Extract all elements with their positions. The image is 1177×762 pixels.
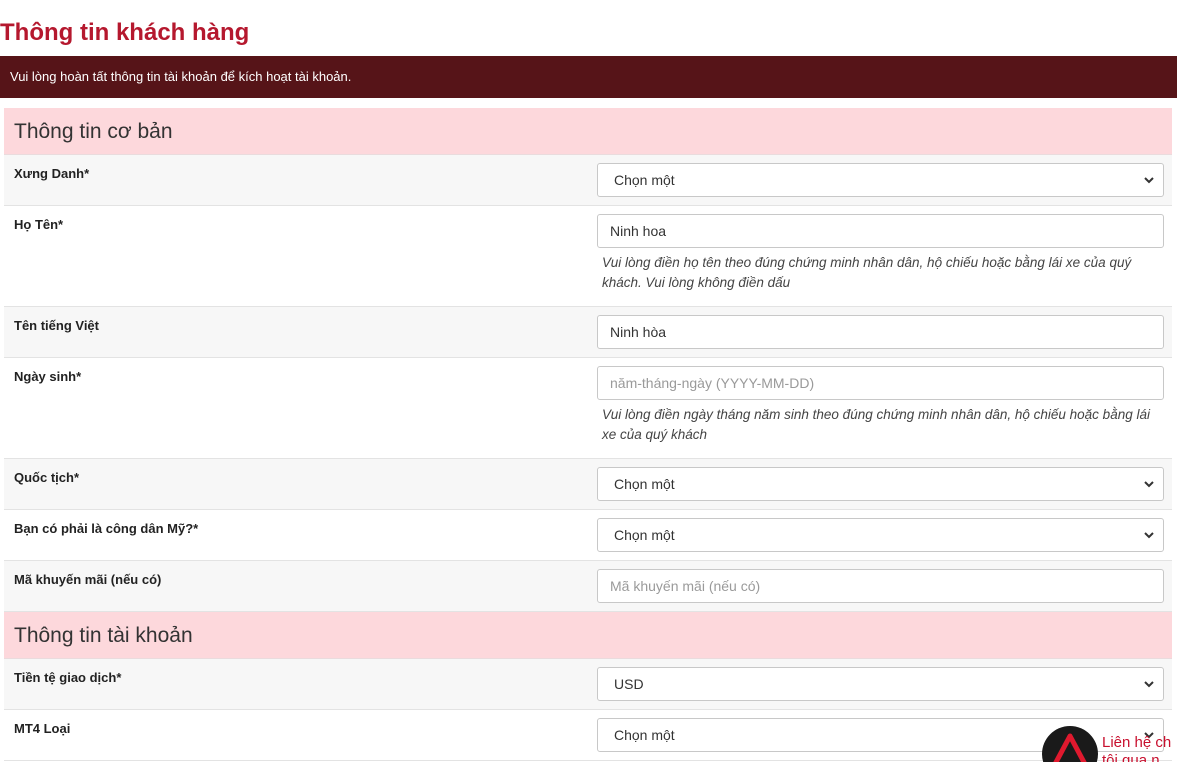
row-mt4-type: MT4 Loại Chọn một <box>4 710 1172 761</box>
chevron-down-icon <box>1144 481 1154 488</box>
salutation-select-value: Chọn một <box>614 172 675 188</box>
mt4-type-label: MT4 Loại <box>14 721 71 736</box>
contact-widget-line-1: Liên hệ ch <box>1102 734 1172 751</box>
row-vietnamese-name: Tên tiếng Việt <box>4 307 1172 358</box>
section-account-info-title: Thông tin tài khoản <box>14 624 193 647</box>
promo-code-label: Mã khuyến mãi (nếu có) <box>14 572 162 587</box>
chevron-down-icon <box>1144 532 1154 539</box>
row-currency: Tiền tệ giao dịch* USD <box>4 659 1172 710</box>
row-full-name: Họ Tên* Vui lòng điền họ tên theo đúng c… <box>4 206 1172 307</box>
row-salutation: Xưng Danh* Chọn một <box>4 155 1172 206</box>
vietnamese-name-input[interactable] <box>597 315 1164 349</box>
us-citizen-select[interactable]: Chọn một <box>597 518 1164 552</box>
currency-select-value: USD <box>614 676 644 692</box>
birth-date-label: Ngày sinh* <box>14 369 82 384</box>
row-us-citizen: Bạn có phải là công dân Mỹ?* Chọn một <box>4 510 1172 561</box>
us-citizen-select-value: Chọn một <box>614 527 675 543</box>
promo-code-input[interactable] <box>597 569 1164 603</box>
page-title: Thông tin khách hàng <box>0 19 250 46</box>
nationality-label: Quốc tịch* <box>14 470 80 485</box>
nationality-select[interactable]: Chọn một <box>597 467 1164 501</box>
salutation-select[interactable]: Chọn một <box>597 163 1164 197</box>
section-basic-info-header: Thông tin cơ bản <box>4 108 1172 155</box>
section-account-info-header: Thông tin tài khoản <box>4 612 1172 659</box>
chevron-down-icon <box>1144 177 1154 184</box>
activation-notice-text: Vui lòng hoàn tất thông tin tài khoản để… <box>10 69 352 84</box>
contact-widget-line-2: tôi qua n <box>1102 752 1160 762</box>
salutation-label: Xưng Danh* <box>14 166 90 181</box>
mt4-type-select-value: Chọn một <box>614 727 675 743</box>
vietnamese-name-label: Tên tiếng Việt <box>14 318 99 333</box>
nationality-select-value: Chọn một <box>614 476 675 492</box>
full-name-help-text: Vui lòng điền họ tên theo đúng chứng min… <box>602 255 1132 290</box>
customer-info-page: Thông tin khách hàng Vui lòng hoàn tất t… <box>0 0 1177 762</box>
currency-label: Tiền tệ giao dịch* <box>14 670 122 685</box>
currency-select[interactable]: USD <box>597 667 1164 701</box>
us-citizen-label: Bạn có phải là công dân Mỹ?* <box>14 521 199 536</box>
customer-form: Thông tin cơ bản Xưng Danh* Chọn một Họ … <box>4 108 1172 761</box>
section-basic-info-title: Thông tin cơ bản <box>14 120 173 143</box>
full-name-label: Họ Tên* <box>14 217 64 232</box>
row-promo-code: Mã khuyến mãi (nếu có) <box>4 561 1172 612</box>
contact-widget-text: Liên hệ ch tôi qua n <box>1102 734 1171 762</box>
birth-date-help-text: Vui lòng điền ngày tháng năm sinh theo đ… <box>602 407 1150 442</box>
birth-date-input[interactable] <box>597 366 1164 400</box>
full-name-input[interactable] <box>597 214 1164 248</box>
activation-notice-bar: Vui lòng hoàn tất thông tin tài khoản để… <box>0 56 1177 98</box>
row-birth-date: Ngày sinh* Vui lòng điền ngày tháng năm … <box>4 358 1172 459</box>
row-nationality: Quốc tịch* Chọn một <box>4 459 1172 510</box>
contact-logo-icon <box>1042 726 1098 762</box>
chevron-down-icon <box>1144 681 1154 688</box>
contact-widget[interactable]: Liên hệ ch tôi qua n <box>1040 726 1177 762</box>
